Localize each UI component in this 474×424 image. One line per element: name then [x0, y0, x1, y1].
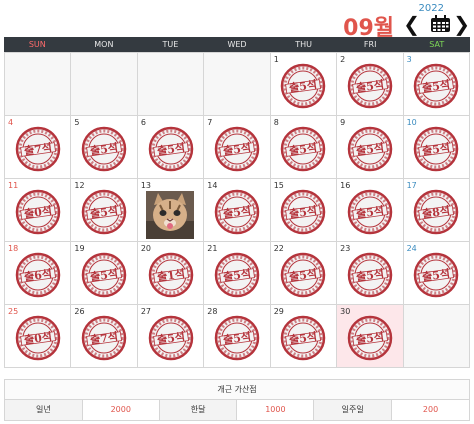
day-cell[interactable]: 10 출5석 — [403, 116, 470, 179]
day-number: 3 — [406, 55, 412, 64]
weekday-label: FRI — [363, 40, 377, 49]
day-cell[interactable]: 28 출5석 — [204, 305, 271, 368]
day-cell[interactable]: 20 출1석 — [137, 242, 205, 305]
summary-row: 일년 2000 한달 1000 일주일 200 — [5, 400, 469, 420]
attendance-stamp[interactable]: 출5석 — [347, 315, 393, 361]
day-cell[interactable]: 13 — [137, 179, 205, 242]
next-month-button[interactable]: ❯ — [453, 14, 470, 34]
attendance-stamp[interactable]: 출7석 — [81, 315, 127, 361]
empty-day-cell — [204, 53, 271, 116]
attendance-stamp[interactable]: 출5석 — [280, 126, 326, 172]
weekday-label: THU — [295, 40, 312, 49]
attendance-stamp[interactable]: 출6석 — [15, 252, 61, 298]
attendance-stamp[interactable]: 출5석 — [214, 252, 260, 298]
day-cell[interactable]: 29 출5석 — [270, 305, 338, 368]
attendance-stamp[interactable]: 출5석 — [81, 126, 127, 172]
day-number: 1 — [273, 55, 279, 64]
day-cell[interactable]: 4 출7석 — [5, 116, 72, 179]
empty-day-cell — [403, 305, 470, 368]
day-cell[interactable]: 27 출5석 — [137, 305, 205, 368]
weekday-label: MON — [94, 40, 114, 49]
attendance-stamp[interactable]: 출7석 — [15, 126, 61, 172]
empty-day-cell — [71, 53, 138, 116]
day-cell[interactable]: 25 출0석 — [5, 305, 72, 368]
weekday-label: TUE — [162, 40, 179, 49]
day-cell[interactable]: 6 출5석 — [137, 116, 205, 179]
year-label: 2022 — [418, 3, 444, 14]
day-number: 8 — [273, 118, 279, 127]
day-number: 13 — [140, 181, 152, 190]
empty-day-cell — [137, 53, 205, 116]
day-cell[interactable]: 24 출5석 — [403, 242, 470, 305]
cat-photo[interactable] — [145, 191, 194, 239]
attendance-stamp[interactable]: 출5석 — [214, 189, 260, 235]
day-cell[interactable]: 21 출5석 — [204, 242, 271, 305]
day-cell[interactable]: 7 출5석 — [204, 116, 271, 179]
attendance-stamp[interactable]: 출5석 — [347, 63, 393, 109]
calendar-icon[interactable] — [430, 15, 451, 33]
bonus-summary: 개근 가산점 일년 2000 한달 1000 일주일 200 — [4, 379, 470, 421]
attendance-stamp[interactable]: 출5석 — [280, 315, 326, 361]
weekday-label: SUN — [28, 40, 46, 49]
attendance-stamp[interactable]: 출5석 — [280, 63, 326, 109]
attendance-stamp[interactable]: 출5석 — [81, 252, 127, 298]
attendance-stamp[interactable]: 출1석 — [148, 252, 194, 298]
attendance-stamp[interactable]: 출5석 — [280, 189, 326, 235]
attendance-stamp[interactable]: 출5석 — [148, 126, 194, 172]
prev-month-button[interactable]: ❮ — [403, 14, 420, 34]
attendance-stamp[interactable]: 출5석 — [214, 126, 260, 172]
summary-value-year: 2000 — [83, 400, 160, 420]
day-cell[interactable]: 11 출0석 — [5, 179, 72, 242]
attendance-stamp[interactable]: 출5석 — [347, 189, 393, 235]
attendance-stamp[interactable]: 출0석 — [15, 189, 61, 235]
day-number: 4 — [8, 118, 14, 127]
summary-label-week: 일주일 — [314, 400, 393, 420]
summary-value-month: 1000 — [237, 400, 315, 420]
day-number: 7 — [207, 118, 213, 127]
attendance-stamp[interactable]: 출5석 — [413, 252, 459, 298]
calendar-grid: 1 출5석 2 출5석 3 출5석 4 출7석 5 출5석 6 출5석 7 출5석 8 출5석 9 출5석 10 출5… — [4, 52, 470, 368]
attendance-stamp[interactable]: 출5석 — [413, 126, 459, 172]
day-cell[interactable]: 16 출5석 — [337, 179, 404, 242]
attendance-stamp[interactable]: 출0석 — [15, 315, 61, 361]
day-cell[interactable]: 5 출5석 — [71, 116, 138, 179]
day-cell[interactable]: 1 출5석 — [270, 53, 338, 116]
attendance-stamp[interactable]: 출5석 — [214, 315, 260, 361]
day-cell[interactable]: 30 출5석 — [337, 305, 404, 368]
summary-label-year: 일년 — [5, 400, 83, 420]
attendance-stamp[interactable]: 출5석 — [148, 315, 194, 361]
day-cell[interactable]: 17 출8석 — [403, 179, 470, 242]
day-cell[interactable]: 3 출5석 — [403, 53, 470, 116]
attendance-stamp[interactable]: 출5석 — [81, 189, 127, 235]
summary-title: 개근 가산점 — [5, 380, 469, 400]
day-cell[interactable]: 23 출5석 — [337, 242, 404, 305]
calendar-header: 09월 2022 ❮ ❯ — [0, 0, 474, 41]
empty-day-cell — [5, 53, 72, 116]
day-cell[interactable]: 12 출5석 — [71, 179, 138, 242]
summary-value-week: 200 — [422, 405, 439, 414]
day-number: 6 — [140, 118, 146, 127]
weekday-label: SAT — [429, 40, 445, 49]
day-cell[interactable]: 15 출5석 — [270, 179, 338, 242]
day-cell[interactable]: 9 출5석 — [337, 116, 404, 179]
attendance-stamp[interactable]: 출5석 — [280, 252, 326, 298]
day-cell[interactable]: 26 출7석 — [71, 305, 138, 368]
day-number: 9 — [340, 118, 346, 127]
day-cell[interactable]: 18 출6석 — [5, 242, 72, 305]
attendance-stamp[interactable]: 출8석 — [413, 189, 459, 235]
day-cell[interactable]: 19 출5석 — [71, 242, 138, 305]
weekday-header: SUN MON TUE WED THU FRI SAT — [4, 37, 470, 52]
day-number: 5 — [74, 118, 80, 127]
day-cell[interactable]: 22 출5석 — [270, 242, 338, 305]
weekday-label: WED — [227, 40, 247, 49]
day-cell[interactable]: 8 출5석 — [270, 116, 338, 179]
day-cell[interactable]: 2 출5석 — [337, 53, 404, 116]
attendance-stamp[interactable]: 출5석 — [413, 63, 459, 109]
attendance-stamp[interactable]: 출5석 — [347, 126, 393, 172]
day-number: 2 — [340, 55, 346, 64]
day-cell[interactable]: 14 출5석 — [204, 179, 271, 242]
attendance-stamp[interactable]: 출5석 — [347, 252, 393, 298]
summary-label-month: 한달 — [159, 400, 238, 420]
